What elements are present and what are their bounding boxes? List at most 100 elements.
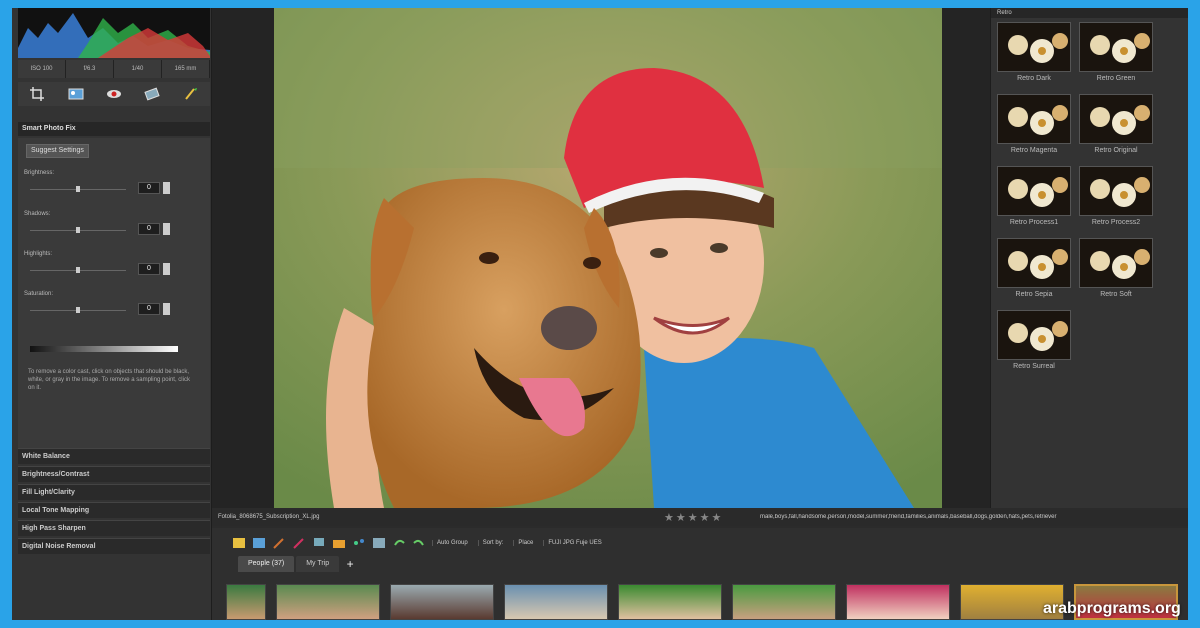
tool-row	[18, 82, 210, 106]
main-photo[interactable]	[274, 8, 942, 508]
preset-thumbnail[interactable]	[1079, 94, 1153, 144]
highlights-spinner[interactable]	[163, 263, 170, 275]
preset-thumbnail[interactable]	[997, 166, 1071, 216]
preset-thumbnail[interactable]	[1079, 238, 1153, 288]
preset-label: Retro Green	[1096, 75, 1136, 82]
thumbnail[interactable]	[276, 584, 380, 620]
auto-group-button[interactable]: Auto Group	[432, 540, 472, 546]
preset-retro-green[interactable]: Retro Green	[1079, 22, 1153, 82]
preset-label: Retro Surreal	[1013, 363, 1055, 370]
accordion-brightness-contrast[interactable]: Brightness/Contrast	[18, 466, 210, 482]
folder-icon[interactable]	[332, 537, 346, 549]
preset-thumbnail[interactable]	[997, 310, 1071, 360]
black-white-gradient[interactable]	[30, 346, 178, 352]
thumbnail[interactable]	[618, 584, 722, 620]
preset-label: Retro Original	[1094, 147, 1138, 154]
brightness-value[interactable]: 0	[138, 182, 160, 194]
thumbnail[interactable]	[732, 584, 836, 620]
saturation-spinner[interactable]	[163, 303, 170, 315]
group-tabs: People (37) My Trip +	[238, 556, 359, 574]
brush-icon[interactable]	[180, 85, 202, 103]
saturation-value[interactable]: 0	[138, 303, 160, 315]
organizer-toolbar: Auto Group Sort by: Place FUJI JPG Fuje …	[232, 534, 1188, 552]
preset-label: Retro Dark	[1017, 75, 1051, 82]
shadows-value[interactable]: 0	[138, 223, 160, 235]
preset-thumbnail[interactable]	[997, 22, 1071, 72]
adjust-panel: ISO 100 f/6.3 1/40 165 mm Smart Photo Fi…	[12, 8, 212, 620]
accordion-high-pass-sharpen[interactable]: High Pass Sharpen	[18, 520, 210, 536]
tag-icon[interactable]	[232, 537, 246, 549]
red-eye-icon[interactable]	[103, 85, 125, 103]
thumbnail[interactable]	[504, 584, 608, 620]
highlights-knob[interactable]	[76, 267, 80, 273]
add-tab-button[interactable]: +	[341, 556, 359, 574]
saturation-label: Saturation:	[24, 291, 54, 297]
preset-retro-dark[interactable]: Retro Dark	[997, 22, 1071, 82]
preset-label: Retro Soft	[1100, 291, 1132, 298]
thumbnail[interactable]	[226, 584, 266, 620]
app-window: ISO 100 f/6.3 1/40 165 mm Smart Photo Fi…	[12, 8, 1188, 620]
image-info-bar: Fotolia_8068675_Subscription_XL.jpg ★★★★…	[212, 510, 1188, 526]
accordion-white-balance[interactable]: White Balance	[18, 448, 210, 464]
paint-icon[interactable]	[292, 537, 306, 549]
thumbnail[interactable]	[846, 584, 950, 620]
smart-photo-fix-panel: Suggest Settings Brightness: 0 Shadows: …	[18, 138, 210, 448]
preset-thumbnail[interactable]	[997, 238, 1071, 288]
exif-focal: 165 mm	[162, 60, 210, 78]
suggest-settings-button[interactable]: Suggest Settings	[26, 144, 89, 158]
saturation-knob[interactable]	[76, 307, 80, 313]
crop-icon[interactable]	[26, 85, 48, 103]
sort-by-label: Sort by:	[477, 540, 508, 546]
organizer-filmstrip: Auto Group Sort by: Place FUJI JPG Fuje …	[212, 528, 1188, 620]
accordion-fill-light[interactable]: Fill Light/Clarity	[18, 484, 210, 500]
rotate-left-icon[interactable]	[392, 537, 406, 549]
exif-info: ISO 100 f/6.3 1/40 165 mm	[18, 60, 210, 78]
help-text: To remove a color cast, click on objects…	[28, 369, 190, 391]
accordion-local-tone-mapping[interactable]: Local Tone Mapping	[18, 502, 210, 518]
preset-thumbnail[interactable]	[1079, 22, 1153, 72]
rotate-right-icon[interactable]	[412, 537, 426, 549]
preset-retro-magenta[interactable]: Retro Magenta	[997, 94, 1071, 154]
rating-stars[interactable]: ★★★★★	[664, 511, 723, 524]
edit-icon[interactable]	[272, 537, 286, 549]
tab-my-trip[interactable]: My Trip	[296, 556, 340, 572]
shadows-label: Shadows:	[24, 211, 51, 217]
sort-by-select[interactable]: Place	[513, 540, 537, 546]
preset-label: Retro Sepia	[1015, 291, 1053, 298]
brightness-spinner[interactable]	[163, 182, 170, 194]
preset-thumbnail[interactable]	[997, 94, 1071, 144]
preset-label: Retro Magenta	[1010, 147, 1058, 154]
shadows-knob[interactable]	[76, 227, 80, 233]
histogram	[18, 8, 210, 58]
share-icon[interactable]	[312, 537, 326, 549]
panel-divider[interactable]	[212, 8, 224, 508]
preset-retro-process2[interactable]: Retro Process2	[1079, 166, 1153, 226]
tag-list[interactable]: male,boys,fall,handsome,person,model,sum…	[760, 514, 1188, 520]
site-watermark: arabprograms.org	[1043, 600, 1181, 617]
preset-panel: Retro Retro Dark Retro Green Retro Magenta…	[990, 8, 1188, 508]
preset-retro-sepia[interactable]: Retro Sepia	[997, 238, 1071, 298]
shadows-spinner[interactable]	[163, 223, 170, 235]
view-icon[interactable]	[252, 537, 266, 549]
brightness-label: Brightness:	[24, 170, 55, 176]
preset-retro-soft[interactable]: Retro Soft	[1079, 238, 1153, 298]
brightness-knob[interactable]	[76, 186, 80, 192]
accordion-noise-removal[interactable]: Digital Noise Removal	[18, 538, 210, 554]
preset-retro-process1[interactable]: Retro Process1	[997, 166, 1071, 226]
preset-retro-original[interactable]: Retro Original	[1079, 94, 1153, 154]
thumbnail[interactable]	[390, 584, 494, 620]
tab-people[interactable]: People (37)	[238, 556, 295, 572]
smart-photo-fix-header[interactable]: Smart Photo Fix	[18, 122, 210, 136]
highlights-value[interactable]: 0	[138, 263, 160, 275]
retouch-icon[interactable]	[141, 85, 163, 103]
exif-iso: ISO 100	[18, 60, 66, 78]
preset-label: Retro Process1	[1009, 219, 1059, 226]
map-icon[interactable]	[352, 537, 366, 549]
file-name: Fotolia_8068675_Subscription_XL.jpg	[218, 514, 320, 520]
people-icon[interactable]	[372, 537, 386, 549]
straighten-icon[interactable]	[65, 85, 87, 103]
preset-thumbnail[interactable]	[1079, 166, 1153, 216]
preset-retro-surreal[interactable]: Retro Surreal	[997, 310, 1071, 370]
image-canvas[interactable]	[224, 8, 994, 508]
filter-select[interactable]: FUJI JPG Fuje UES	[543, 540, 605, 546]
